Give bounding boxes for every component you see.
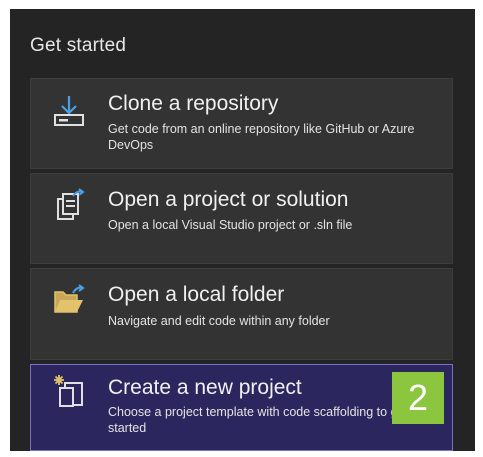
card-description: Open a local Visual Studio project or .s… bbox=[108, 218, 353, 232]
open-folder-icon bbox=[51, 282, 87, 318]
download-icon bbox=[51, 93, 87, 129]
card-description: Get code from an online repository like … bbox=[108, 122, 415, 152]
card-description: Choose a project template with code scaf… bbox=[108, 405, 408, 435]
step-number-badge: 2 bbox=[392, 372, 444, 424]
clone-repository-button[interactable]: Clone a repository Get code from an onli… bbox=[30, 78, 453, 169]
card-title: Create a new project bbox=[108, 376, 302, 399]
open-folder-button[interactable]: Open a local folder Navigate and edit co… bbox=[30, 268, 453, 360]
create-new-project-button[interactable]: Create a new project Choose a project te… bbox=[30, 364, 453, 451]
card-description: Navigate and edit code within any folder bbox=[108, 314, 330, 328]
card-title: Open a project or solution bbox=[108, 188, 349, 211]
card-title: Clone a repository bbox=[108, 92, 279, 115]
open-project-icon bbox=[51, 188, 87, 224]
section-title: Get started bbox=[30, 35, 127, 56]
open-project-button[interactable]: Open a project or solution Open a local … bbox=[30, 173, 453, 264]
card-title: Open a local folder bbox=[108, 283, 285, 306]
new-project-icon bbox=[51, 373, 87, 409]
